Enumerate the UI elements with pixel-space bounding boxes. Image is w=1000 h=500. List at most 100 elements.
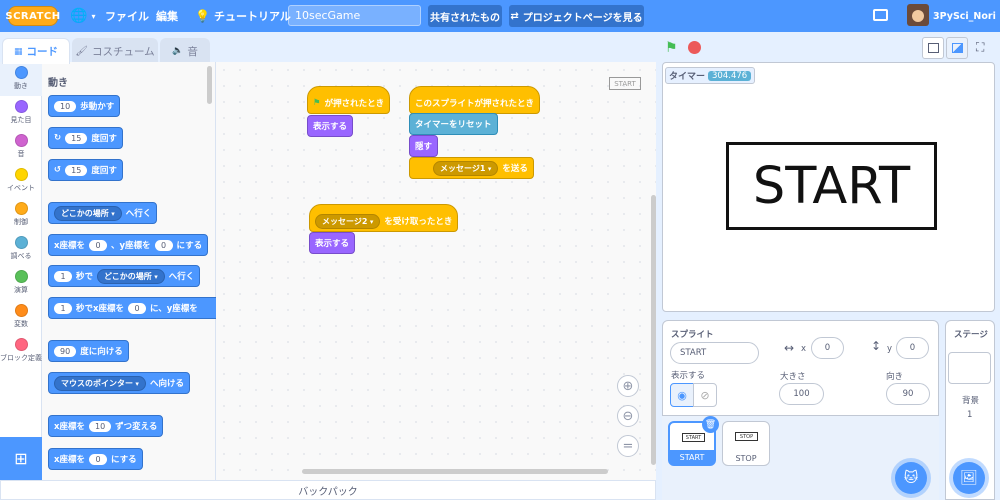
degrees-input[interactable]: 15 [65,164,88,176]
category-item[interactable]: 動き [0,62,42,96]
green-flag-button[interactable]: ⚑ [665,40,678,56]
category-item[interactable]: 演算 [0,266,42,300]
category-item[interactable]: イベント [0,164,42,198]
hide-sprite-button[interactable]: ⊘ [693,383,717,407]
shared-button[interactable]: 共有されたもの [428,5,502,27]
tab-code[interactable]: ▦ コード [2,38,70,64]
timer-monitor[interactable]: タイマー 304.476 [665,67,756,84]
degrees-input[interactable]: 15 [65,132,88,144]
tab-costume[interactable]: 🖌 コスチューム [72,38,158,63]
category-item[interactable]: ブロック定義 [0,334,42,368]
tab-sound-label: 音 [187,45,198,58]
language-menu[interactable]: 🌐 ▾ [70,0,95,32]
block-when-flag-clicked[interactable]: ⚑ が押されたとき [307,86,391,114]
show-sprite-button[interactable]: ◉ [670,383,694,407]
category-item[interactable]: 音 [0,130,42,164]
fullscreen-button[interactable]: ⛶ [970,37,992,59]
direction-input[interactable]: 90 [54,345,77,357]
block-show[interactable]: 表示する [309,232,356,254]
project-title-input[interactable]: 10secGame [288,5,421,26]
receive-dropdown[interactable]: メッセージ2 [315,213,381,229]
zoom-out-button[interactable]: ⊖ [617,405,639,427]
secs-input[interactable]: 1 [54,270,72,282]
block-text: x座標を [54,455,85,465]
small-stage-button[interactable] [922,37,944,59]
image-icon: 🖼 [960,470,978,486]
tutorial-menu[interactable]: 💡 チュートリアル [195,0,291,32]
x-input[interactable]: 0 [811,337,844,359]
tab-code-label: コード [26,46,59,58]
category-item[interactable]: 見た目 [0,96,42,130]
block-text: が押されたとき [324,99,385,109]
block-point-direction[interactable]: 90 度に向ける [48,340,129,362]
goto-dropdown[interactable]: どこかの場所 [54,205,122,221]
add-extension-button[interactable]: ⊞ [0,437,42,480]
stage-thumbnail[interactable] [948,352,991,384]
glide-dropdown[interactable]: どこかの場所 [97,268,165,284]
my-stuff-icon[interactable] [873,9,888,21]
edit-menu[interactable]: 編集 [156,0,178,32]
dx-input[interactable]: 10 [88,420,112,432]
size-input[interactable]: 100 [779,383,824,405]
block-change-x[interactable]: x座標を 10 ずつ変える [48,415,164,437]
scratch-logo[interactable]: SCRATCH [5,6,60,26]
block-when-receive[interactable]: メッセージ2 を受け取ったとき [309,204,459,232]
block-goto[interactable]: どこかの場所 へ行く [48,202,158,224]
secs-input[interactable]: 1 [54,302,72,314]
block-text: x座標を [54,241,85,251]
x-input[interactable]: 0 [127,302,146,314]
palette-scrollbar[interactable] [207,66,212,104]
avatar[interactable] [907,4,929,26]
backpack[interactable]: バックパック [0,480,656,500]
block-text: にする [110,455,137,465]
horizontal-scrollbar[interactable] [302,469,608,474]
sprite-thumbnail-stop[interactable]: STOP STOP [722,421,770,466]
y-input[interactable]: 0 [154,239,173,251]
zoom-in-button[interactable]: ⊕ [617,375,639,397]
add-backdrop-button[interactable]: 🖼 [953,462,985,494]
block-point-towards[interactable]: マウスのポインター へ向ける [48,372,190,394]
towards-dropdown[interactable]: マウスのポインター [54,375,146,391]
block-turn-right[interactable]: ↻ 15 度回す [48,127,123,149]
block-move-steps[interactable]: 10 歩動かす [48,95,121,117]
block-turn-left[interactable]: ↺ 15 度回す [48,159,123,181]
project-page-button[interactable]: ⇄ プロジェクトページを見る [509,5,644,27]
block-set-x[interactable]: x座標を 0 にする [48,448,143,470]
add-sprite-button[interactable]: 🐱 [895,462,927,494]
block-hide[interactable]: 隠す [409,135,439,157]
x-input[interactable]: 0 [88,239,107,251]
block-reset-timer[interactable]: タイマーをリセット [409,113,498,135]
block-text: 秒でx座標を [76,304,124,314]
category-item[interactable]: 調べる [0,232,42,266]
category-label: ブロック定義 [0,354,42,362]
block-show[interactable]: 表示する [307,115,354,137]
globe-icon: 🌐 [70,8,88,24]
block-broadcast[interactable]: メッセージ1 を送る [409,157,534,179]
file-menu[interactable]: ファイル [105,0,149,32]
zoom-reset-button[interactable]: = [617,435,639,457]
category-item[interactable]: 変数 [0,300,42,334]
start-sprite[interactable]: START [726,142,937,230]
eye-slash-icon: ⊘ [700,388,710,402]
block-when-sprite-clicked[interactable]: このスプライトが押されたとき [409,86,541,114]
fullscreen-icon: ⛶ [976,40,985,54]
tab-sound[interactable]: 🔈 音 [160,38,210,63]
x-input[interactable]: 0 [88,453,107,465]
block-goto-xy[interactable]: x座標を 0 、y座標を 0 にする [48,234,209,256]
direction-label: 向き [886,372,904,382]
direction-input[interactable]: 90 [886,383,930,405]
category-label: 見た目 [10,116,32,124]
large-stage-button[interactable] [946,37,968,59]
username[interactable]: 3PySci_Nori [933,0,996,32]
category-item[interactable]: 制御 [0,198,42,232]
block-glide[interactable]: 1 秒で どこかの場所 へ行く [48,265,201,287]
vertical-scrollbar[interactable] [651,195,656,465]
broadcast-dropdown[interactable]: メッセージ1 [433,160,499,176]
block-text: へ行く [125,209,152,219]
y-input[interactable]: 0 [896,337,929,359]
steps-input[interactable]: 10 [54,100,77,112]
block-glide-xy[interactable]: 1 秒でx座標を 0 に、y座標を [48,297,216,319]
trash-icon[interactable]: 🗑 [702,416,719,433]
sprite-name-input[interactable]: START [670,342,759,364]
stop-button[interactable] [688,41,701,54]
